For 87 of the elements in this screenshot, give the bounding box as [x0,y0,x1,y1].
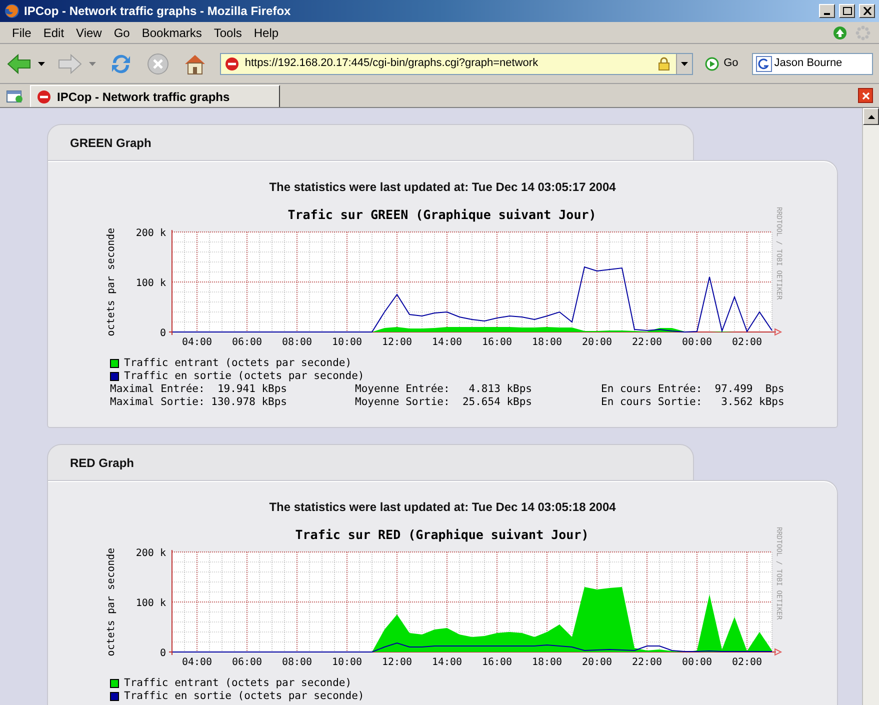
stat-text: Moyenne Entrée: 4.813 kBps [355,383,534,396]
legend-label: Traffic entrant (octets par seconde) [124,677,352,690]
update-icon [833,26,847,40]
dropdown-icon[interactable] [38,62,45,66]
scrollbar[interactable] [862,108,879,705]
play-icon [704,56,719,70]
tick-label: 12:00 [382,337,412,348]
tick-label: 14:00 [432,657,462,668]
close-icon [862,7,872,15]
tick-label: 100 k [136,598,166,609]
panel-title: RED Graph [70,454,134,472]
tick-label: 04:00 [182,657,212,668]
updated-text: The statistics were last updated at: Tue Dec 14 03:05:17 2004 [269,179,616,196]
menu-item[interactable]: Help [248,24,285,42]
stat-text: Maximal Entrée: 19.941 kBps [110,383,288,396]
search-value: Jason Bourne [774,56,842,72]
window-title: IPCop - Network traffic graphs - Mozilla Firefox [24,3,292,20]
dropdown-button[interactable] [676,54,692,74]
tick-label: 200 k [136,548,166,559]
blocked-icon [37,90,51,104]
minimize-button[interactable] [819,4,835,18]
tick-label: 00:00 [682,657,712,668]
tick-label: 20:00 [582,337,612,348]
search-engine-icon [756,56,772,72]
search-field[interactable]: Jason Bourne [752,52,873,74]
blocked-icon [224,56,239,70]
tick-label: 0 [160,328,166,339]
updated-text: The statistics were last updated at: Tue Dec 14 03:05:18 2004 [269,499,616,516]
firefox-icon [4,3,20,19]
lock-icon [658,56,670,70]
stat-text: En cours Sortie: 3.562 kBps [601,396,784,409]
tick-label: 08:00 [282,337,312,348]
close-button[interactable] [859,4,875,18]
tick-label: 22:00 [632,337,662,348]
tick-label: 04:00 [182,337,212,348]
menu-item[interactable]: Tools [208,24,248,42]
scroll-up-button[interactable] [863,108,879,125]
stop-button[interactable] [146,52,170,76]
tick-label: 06:00 [232,657,262,668]
tick-label: 14:00 [432,337,462,348]
maximize-icon [842,7,852,15]
menu-item[interactable]: File [6,24,38,42]
new-tab-button[interactable] [6,88,24,104]
legend-label: Traffic entrant (octets par seconde) [124,357,352,370]
chart-title: Trafic sur RED (Graphique suivant Jour) [295,527,589,542]
new-tab-icon [6,88,24,104]
go-button[interactable]: Go [704,55,738,72]
tick-label: 10:00 [332,337,362,348]
address-field[interactable]: https://192.168.20.17:445/cgi-bin/graphs.cgi?graph=network [220,52,693,74]
tick-label: 08:00 [282,657,312,668]
tick-label: 100 k [136,278,166,289]
close-tab-button[interactable] [858,88,873,103]
close-icon [862,92,870,100]
tick-label: 22:00 [632,657,662,668]
tick-label: 00:00 [682,337,712,348]
tick-label: 12:00 [382,657,412,668]
stat-text: En cours Entrée: 97.499 Bps [601,383,784,396]
menu-item[interactable]: Bookmarks [136,24,208,42]
menu-item[interactable]: Go [108,24,136,42]
maximize-button[interactable] [839,4,855,18]
tick-label: 200 k [136,228,166,239]
tick-label: 20:00 [582,657,612,668]
tick-label: 18:00 [532,337,562,348]
menu-item[interactable]: Edit [37,24,70,42]
legend-label: Traffic en sortie (octets par seconde) [124,690,364,703]
browser-tab[interactable]: IPCop - Network traffic graphs [30,85,280,107]
axis-label: octets par seconde [106,548,117,656]
chart-title: Trafic sur GREEN (Graphique suivant Jour) [288,207,596,222]
menu-item[interactable]: View [70,24,108,42]
stat-text: Moyenne Sortie: 25.654 kBps [355,396,534,409]
legend-label: Traffic en sortie (octets par seconde) [124,370,364,383]
tick-label: 10:00 [332,657,362,668]
up-arrow-icon [868,114,874,118]
tick-label: 16:00 [482,657,512,668]
tick-label: 0 [160,648,166,659]
panel-title: GREEN Graph [70,134,152,152]
tick-label: 02:00 [732,657,762,668]
tick-label: 18:00 [532,657,562,668]
tick-label: 06:00 [232,337,262,348]
caret-icon [680,62,688,66]
stat-text: Maximal Sortie: 130.978 kBps [110,396,288,409]
tick-label: 16:00 [482,337,512,348]
axis-label: octets par seconde [106,228,117,336]
url-text: https://192.168.20.17:445/cgi-bin/graphs.cgi?graph=network [244,56,540,72]
tick-label: 02:00 [732,337,762,348]
back-button[interactable] [6,52,32,76]
throbber-icon [855,24,871,40]
